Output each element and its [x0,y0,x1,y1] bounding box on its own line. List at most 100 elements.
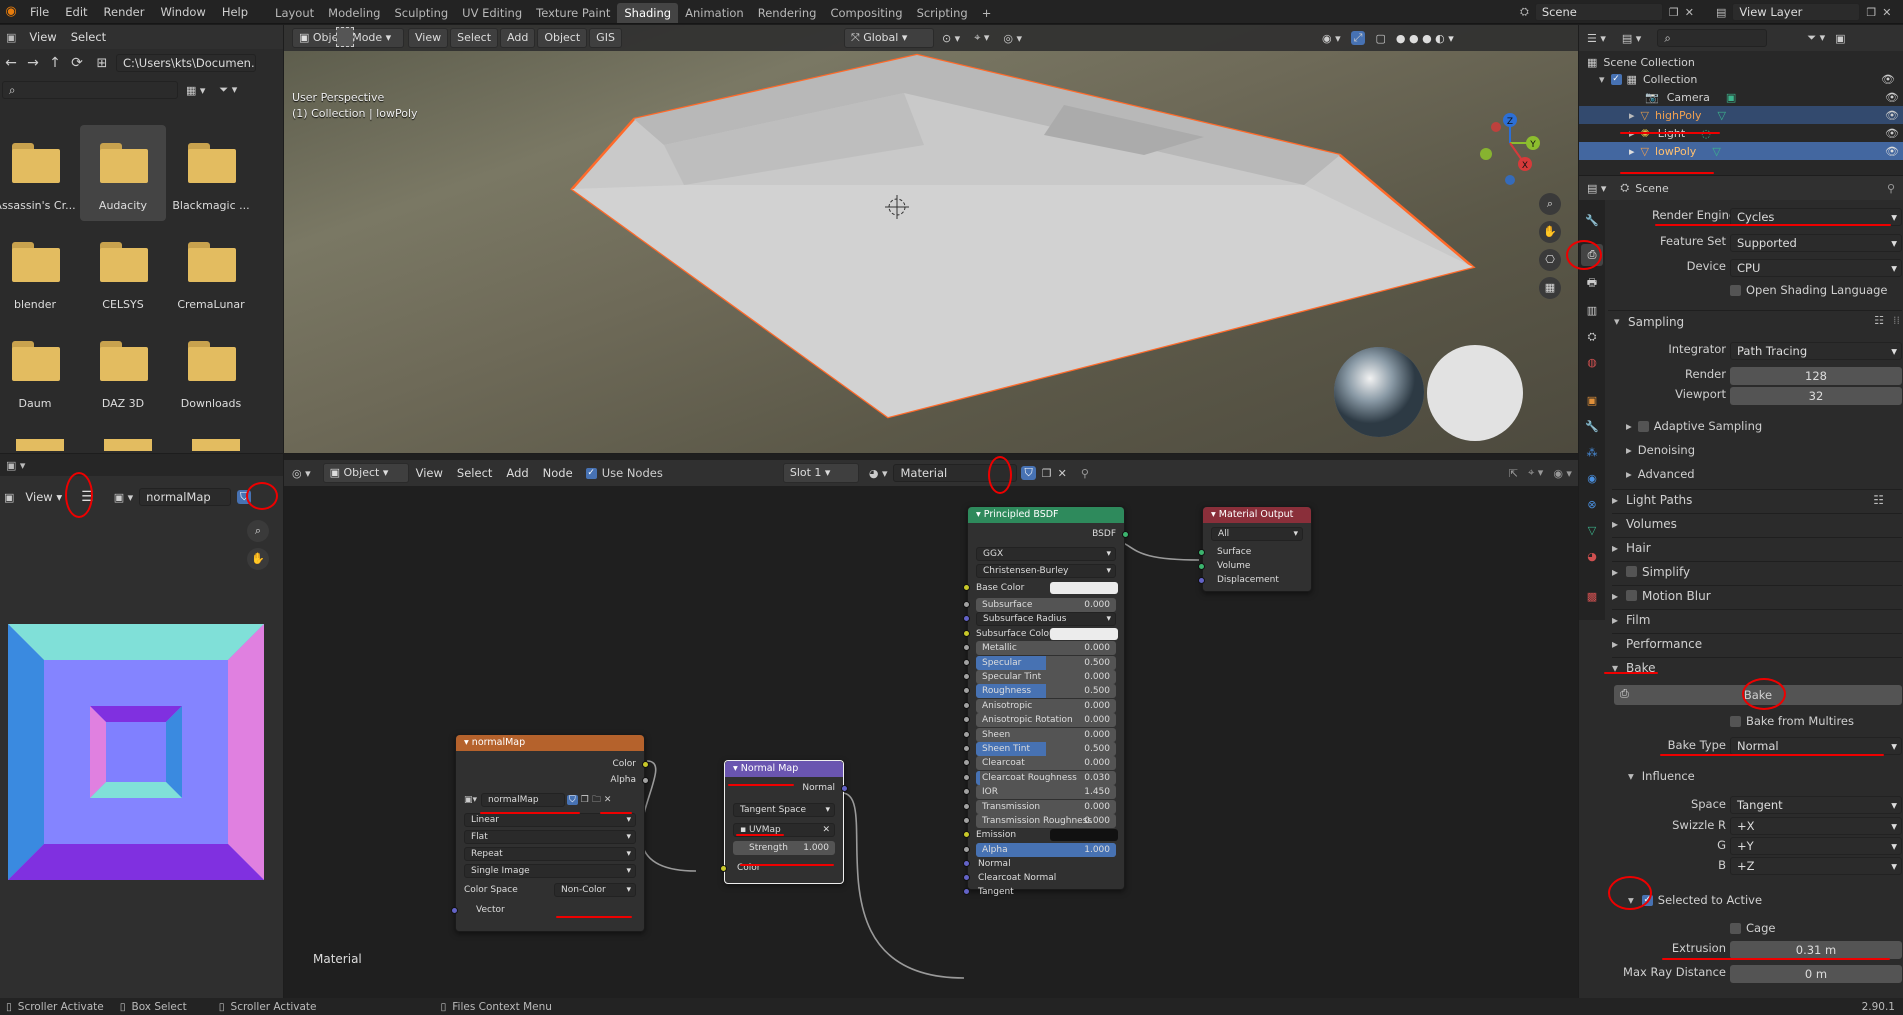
extrusion-field[interactable]: 0.31 m [1730,941,1902,959]
input-socket-icon[interactable] [963,759,970,767]
file-search-input[interactable]: ⌕ [2,81,178,99]
bake-section-header[interactable]: ▾ Bake [1612,657,1902,677]
tab-compositing[interactable]: Compositing [823,3,909,23]
output-tab-icon[interactable]: 🖶 [1581,272,1603,294]
extension-dropdown[interactable]: Repeat ▾ [464,847,636,861]
expand-arrow-icon[interactable]: ▸ [1629,109,1635,122]
filter-icon[interactable]: ⏷ ▾ [219,83,237,97]
bsdf-param-slider[interactable]: Transmission Roughness 0.000 [976,814,1116,828]
bsdf-param-slider[interactable]: Subsurface 0.000 [976,598,1116,612]
input-socket-icon[interactable] [963,845,970,853]
forward-icon[interactable]: → [22,55,44,71]
advanced-row[interactable]: ▸ Advanced [1626,466,1695,482]
ortho-grid-icon[interactable]: ▦ [1539,277,1561,299]
tab-modeling[interactable]: Modeling [321,3,387,23]
input-socket-icon[interactable] [963,817,970,824]
copy-scene-icon[interactable]: ❐ [1669,6,1679,19]
color-socket-icon[interactable] [720,865,727,872]
simplify-checkbox[interactable] [1626,566,1638,577]
input-socket-icon[interactable] [963,601,970,608]
close-layer-icon[interactable]: ✕ [1882,6,1891,19]
hair-section[interactable]: ▸ Hair [1612,537,1902,557]
view-layer-field[interactable]: View Layer [1732,3,1861,21]
denoising-row[interactable]: ▸ Denoising [1626,442,1695,458]
navigation-gizmo[interactable]: Z Y X [1470,85,1550,195]
menu-file[interactable]: File [22,0,57,24]
base-color-socket-icon[interactable] [963,584,970,591]
normal-socket-icon[interactable] [841,785,848,792]
integrator-dropdown[interactable]: Path Tracing ▾ [1730,342,1902,360]
image-editor-type-icon[interactable]: ▣ [0,491,18,504]
folder-item[interactable]: Blackmagic ... [168,125,254,221]
bsdf-socket-icon[interactable] [1122,531,1129,538]
input-socket-icon[interactable] [963,615,970,623]
menu-window[interactable]: Window [152,0,213,24]
space-dropdown[interactable]: Tangent Space ▾ [733,803,835,817]
material-tab-icon[interactable]: ◕ [1581,546,1603,568]
feature-set-dropdown[interactable]: Supported ▾ [1730,234,1902,252]
menu-view[interactable]: View [22,24,63,50]
menu-edit[interactable]: Edit [57,0,95,24]
distribution-dropdown[interactable]: GGX ▾ [976,547,1116,561]
swizzle-g-dropdown[interactable]: +Y ▾ [1730,837,1902,855]
source-dropdown[interactable]: Single Image ▾ [464,864,636,878]
tab-shading[interactable]: Shading [617,2,679,23]
refresh-icon[interactable]: ⟳ [66,55,88,71]
principled-bsdf-node[interactable]: ▾ Principled BSDF BSDF GGX ▾ Christensen-… [963,506,1129,897]
zoom-icon[interactable]: ⌕ [247,520,269,542]
view-layer-selector[interactable]: ▤ View Layer ❐ ✕ [1716,2,1892,22]
color-space-dropdown[interactable]: Non-Color ▾ [554,883,636,897]
particles-tab-icon[interactable]: ⁂ [1581,442,1603,464]
expand-arrow-icon[interactable]: ▸ [1629,145,1635,158]
input-socket-icon[interactable] [963,629,970,637]
drag-handle-icon[interactable]: ⁞⁞ [1893,314,1900,327]
cage-checkbox[interactable] [1730,922,1741,934]
film-section[interactable]: ▸ Film [1612,609,1902,629]
close-scene-icon[interactable]: ✕ [1685,6,1694,19]
neg-z-axis-icon[interactable] [1505,175,1515,185]
menu-help[interactable]: Help [214,0,256,24]
tab-layout[interactable]: Layout [268,3,321,23]
bsdf-param-slider[interactable]: Anisotropic Rotation 0.000 [976,713,1116,728]
view-menu[interactable]: View ▾ [18,486,69,508]
material-output-node[interactable]: ▾ Material Output All ▾ Surface Volume Di… [1198,506,1312,592]
input-socket-icon[interactable] [963,802,970,810]
visibility-eye-icon[interactable]: 👁 [1885,127,1899,140]
normal-map-image[interactable] [8,624,264,880]
folder-item[interactable]: CremaLunar [168,224,254,320]
space-dropdown[interactable]: Tangent ▾ [1730,796,1902,814]
scene-name-field[interactable]: Scene [1534,3,1663,21]
performance-section[interactable]: ▸ Performance [1612,633,1902,653]
folder-item[interactable]: blender [0,224,78,320]
volumes-section[interactable]: ▸ Volumes [1612,513,1902,533]
menu-select[interactable]: Select [64,24,113,50]
output-target-dropdown[interactable]: All ▾ [1211,527,1303,541]
bsdf-param-slider[interactable]: Sheen 0.000 [976,727,1116,742]
outliner-item-camera[interactable]: 📷 Camera ▣ 👁 [1579,88,1903,106]
surface-socket-icon[interactable] [1198,549,1205,556]
osl-checkbox[interactable] [1730,284,1741,296]
tab-sculpting[interactable]: Sculpting [387,3,455,23]
zoom-icon[interactable]: ⌕ [1539,193,1561,215]
scene-selector[interactable]: ⛭ Scene ❐ ✕ [1520,2,1694,22]
swizzle-b-dropdown[interactable]: +Z ▾ [1730,857,1902,875]
bake-type-dropdown[interactable]: Normal ▾ [1730,737,1902,755]
outliner-item-highpoly[interactable]: ▸ ▽ highPoly ▽ 👁 [1579,106,1903,124]
node-header[interactable]: ▾ Normal Map [725,761,843,777]
image-browse-icon[interactable]: ▣▾ [464,795,477,805]
fake-user-shield-icon[interactable]: ⛉ [567,795,578,805]
max-ray-distance-field[interactable]: 0 m [1730,965,1902,983]
input-socket-icon[interactable] [963,716,970,724]
outliner-editor-icon[interactable]: ☰ ▾ [1579,32,1614,45]
input-socket-icon[interactable] [963,644,970,652]
osl-checkbox-row[interactable]: Open Shading Language [1730,282,1888,298]
bsdf-param-slider[interactable]: Clearcoat 0.000 [976,756,1116,771]
texture-tab-icon[interactable]: ▩ [1581,586,1603,608]
input-socket-icon[interactable] [963,874,970,882]
emission-swatch[interactable] [1050,829,1118,842]
filter-icon[interactable]: ⏷ ▾ [1807,31,1825,45]
volume-socket-icon[interactable] [1198,563,1205,570]
bsdf-param-slider[interactable]: Sheen Tint 0.500 [976,742,1116,756]
display-mode-icon[interactable]: ▤ ▾ [1614,32,1649,45]
visibility-eye-icon[interactable]: 👁 [1885,91,1899,104]
